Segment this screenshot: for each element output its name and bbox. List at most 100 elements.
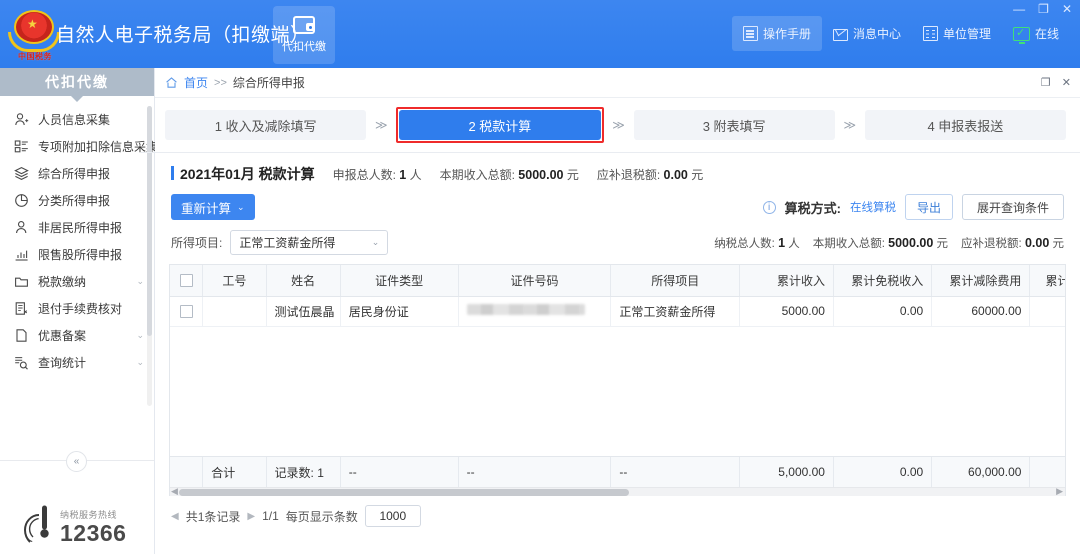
page-indicator: 1/1 xyxy=(262,509,279,523)
column-header-cum_deduct_total[interactable]: 累计扣除项目合计 xyxy=(1029,265,1065,297)
breadcrumb-separator: >> xyxy=(214,76,227,89)
step-schedule-filling[interactable]: 3 附表填写 xyxy=(633,110,835,140)
toolbar-right: i 算税方式: 在线算税 导出 展开查询条件 xyxy=(762,194,1064,220)
cell-check[interactable] xyxy=(170,296,204,327)
sidebar-item-restricted-stock-declaration[interactable]: 限售股所得申报 xyxy=(0,241,154,267)
folder-icon xyxy=(14,274,29,289)
sidebar-item-label: 税款缴纳 xyxy=(38,274,87,289)
tax-emblem-icon: ★ 中国税务 xyxy=(8,8,60,61)
sidebar-item-preferential-filing[interactable]: 优惠备案 ⌄ xyxy=(0,322,154,348)
step-income-and-deduction[interactable]: 1 收入及减除填写 xyxy=(165,110,367,140)
app-header: ★ 中国税务 自然人电子税务局（扣缴端） 代扣代缴 — ❐ ✕ 操作手册 消息中… xyxy=(0,0,1080,68)
total-cell-cum_income: 5,000.00 xyxy=(739,457,834,487)
sidebar-item-special-deduction-collection[interactable]: 专项附加扣除信息采集 xyxy=(0,133,158,159)
sidebar-item-personnel-collection[interactable]: 人员信息采集 xyxy=(0,106,154,132)
file-icon xyxy=(14,328,29,343)
panel-close-icon[interactable]: ✕ xyxy=(1062,76,1071,89)
scroll-left-icon[interactable]: ◀ xyxy=(171,486,178,496)
total-cell-id_no: -- xyxy=(458,457,612,487)
empty-cell xyxy=(833,416,932,446)
sidebar-item-nonresident-income-declaration[interactable]: 非居民所得申报 xyxy=(0,214,154,240)
select-all-checkbox[interactable] xyxy=(179,274,193,288)
sidebar-item-query-statistics[interactable]: 查询统计 ⌄ xyxy=(0,349,154,375)
prev-page-icon[interactable]: ◀ xyxy=(171,511,179,522)
header-action-messages[interactable]: 消息中心 xyxy=(822,16,912,51)
summary-total-people-label: 申报总人数: xyxy=(332,167,396,182)
sidebar-item-label: 查询统计 xyxy=(38,355,87,370)
empty-cell xyxy=(266,416,341,446)
module-tab-withholding[interactable]: 代扣代缴 xyxy=(273,6,335,64)
empty-cell xyxy=(1029,416,1065,446)
column-header-id_no[interactable]: 证件号码 xyxy=(458,265,612,297)
person-icon xyxy=(14,220,29,235)
step-separator: ≫ xyxy=(374,118,388,132)
sidebar-item-comprehensive-income-declaration[interactable]: 综合所得申报 xyxy=(0,160,154,186)
header-action-manual-label: 操作手册 xyxy=(762,27,811,41)
table-body: 测试伍晨晶居民身份证正常工资薪金所得5000.000.0060000.000.0… xyxy=(170,296,1065,476)
column-header-name[interactable]: 姓名 xyxy=(266,265,341,297)
chevron-down-icon[interactable]: ⌄ xyxy=(136,276,144,287)
cell-cum_tax_free: 0.00 xyxy=(833,296,933,327)
header-action-manual[interactable]: 操作手册 xyxy=(731,16,822,51)
total-cell-emp_no: 合计 xyxy=(202,457,267,487)
panel-restore-icon[interactable]: ❐ xyxy=(1041,76,1051,89)
column-header-check[interactable] xyxy=(170,265,204,297)
column-header-cum_income[interactable]: 累计收入 xyxy=(739,265,834,297)
column-header-cum_deduct_fee[interactable]: 累计减除费用 xyxy=(931,265,1031,297)
summary-total-people: 申报总人数: 1 人 xyxy=(333,166,422,183)
close-icon[interactable]: ✕ xyxy=(1062,3,1072,15)
hotline-number: 12366 xyxy=(60,520,127,546)
chevron-down-icon[interactable]: ⌄ xyxy=(136,330,144,341)
breadcrumb: 首页 >> 综合所得申报 ❐ ✕ xyxy=(155,68,1080,98)
row-checkbox[interactable] xyxy=(179,305,193,319)
step-2-wrapper: 2 税款计算 xyxy=(396,107,604,143)
tax-mode-value[interactable]: 在线算税 xyxy=(850,199,896,215)
table-row[interactable]: 测试伍晨晶居民身份证正常工资薪金所得5000.000.0060000.000.0… xyxy=(170,296,1065,327)
sidebar-item-tax-payment[interactable]: 税款缴纳 ⌄ xyxy=(0,268,154,294)
sidebar: 代扣代缴 人员信息采集 专项附加扣除信息采集 综合所得申报 分类所得申报 非居民… xyxy=(0,68,158,554)
chevron-down-icon[interactable]: ⌄ xyxy=(136,357,144,368)
breadcrumb-home-link[interactable]: 首页 xyxy=(184,74,208,91)
online-status-label: 在线 xyxy=(1034,27,1059,41)
maximize-icon[interactable]: ❐ xyxy=(1038,3,1049,15)
empty-cell xyxy=(739,386,834,416)
table-empty-row xyxy=(170,386,1065,416)
redacted-id-number xyxy=(466,304,585,315)
empty-cell xyxy=(340,326,459,356)
empty-cell xyxy=(266,326,341,356)
sidebar-collapse-button[interactable]: « xyxy=(66,451,87,472)
export-button[interactable]: 导出 xyxy=(904,194,953,220)
pagination: ◀ 共1条记录 ▶ 1/1 每页显示条数 xyxy=(169,496,1066,536)
empty-cell xyxy=(1029,326,1065,356)
recalculate-button[interactable]: 重新计算 ⌄ xyxy=(171,194,255,220)
column-header-emp_no[interactable]: 工号 xyxy=(202,265,267,297)
column-header-income_item[interactable]: 所得项目 xyxy=(610,265,741,297)
column-header-cum_tax_free[interactable]: 累计免税收入 xyxy=(833,265,933,297)
minimize-icon[interactable]: — xyxy=(1013,3,1025,15)
income-item-select[interactable]: 正常工资薪金所得 ⌄ xyxy=(230,230,389,255)
table-header: 工号姓名证件类型证件号码所得项目累计收入累计免税收入累计减除费用累计扣除项目合计… xyxy=(170,265,1065,297)
filter-total-taxpayers-unit: 人 xyxy=(788,237,800,250)
main-panel: 首页 >> 综合所得申报 ❐ ✕ 1 收入及减除填写 ≫ 2 税款计算 ≫ 3 … xyxy=(141,68,1080,554)
expand-query-button[interactable]: 展开查询条件 xyxy=(961,194,1064,220)
scrollbar-thumb[interactable] xyxy=(179,489,629,496)
column-header-id_type[interactable]: 证件类型 xyxy=(340,265,459,297)
sidebar-scrollbar[interactable] xyxy=(147,106,152,406)
next-page-icon[interactable]: ▶ xyxy=(247,511,255,522)
step-declaration-submit[interactable]: 4 申报表报送 xyxy=(864,110,1066,140)
step-separator: ≫ xyxy=(843,118,857,132)
header-action-online-status[interactable]: 在线 xyxy=(1002,16,1070,51)
header-action-org[interactable]: 单位管理 xyxy=(912,16,1002,51)
scroll-right-icon[interactable]: ▶ xyxy=(1056,486,1063,496)
empty-cell xyxy=(458,356,611,386)
horizontal-scrollbar[interactable]: ◀ ▶ xyxy=(170,486,1065,496)
totals-row: 合计记录数: 1------5,000.000.0060,000.000.00 xyxy=(170,457,1065,487)
chevron-down-icon: ⌄ xyxy=(237,201,245,212)
sidebar-item-refund-fee-check[interactable]: 退付手续费核对 xyxy=(0,295,154,321)
empty-cell xyxy=(1029,386,1065,416)
sidebar-item-classified-income-declaration[interactable]: 分类所得申报 xyxy=(0,187,154,213)
step-tax-calculation[interactable]: 2 税款计算 xyxy=(399,110,601,140)
filter-stats: 纳税总人数: 1 人 本期收入总额: 5000.00 元 应补退税额: 0.00… xyxy=(714,235,1064,251)
header-actions: 操作手册 消息中心 单位管理 在线 xyxy=(731,16,1070,51)
page-size-input[interactable] xyxy=(364,505,421,527)
